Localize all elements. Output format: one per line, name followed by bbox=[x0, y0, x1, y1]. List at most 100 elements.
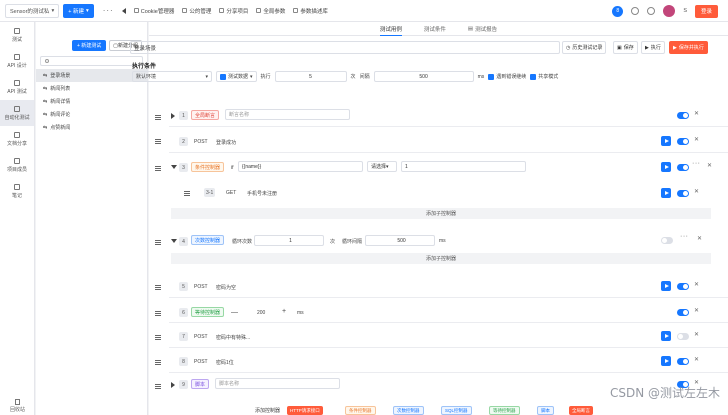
add-condition-button[interactable]: 条件控制器 bbox=[345, 406, 376, 415]
tree-item[interactable]: ⇆ 新闻评论 bbox=[36, 108, 147, 121]
nav-item-automation[interactable]: 自动化测试 bbox=[0, 100, 34, 126]
expand-icon[interactable] bbox=[171, 113, 175, 119]
tab-conditions[interactable]: 测试条件 bbox=[424, 22, 446, 36]
drag-handle[interactable] bbox=[155, 311, 161, 316]
close-icon[interactable]: ✕ bbox=[694, 356, 699, 363]
nav-item-notes[interactable]: 笔记 bbox=[0, 178, 34, 204]
step-toggle[interactable] bbox=[677, 190, 689, 197]
nav-item-api-design[interactable]: API 设计 bbox=[0, 48, 34, 74]
plus-icon[interactable]: + bbox=[282, 308, 286, 315]
login-button[interactable]: 登录 bbox=[694, 4, 718, 18]
shared-mode-checkbox[interactable]: 共享模式 bbox=[530, 73, 558, 80]
bell-icon[interactable] bbox=[631, 7, 640, 15]
drag-handle[interactable] bbox=[155, 240, 161, 245]
tree-search-input[interactable] bbox=[40, 56, 143, 66]
loop-count-input[interactable]: 1 bbox=[254, 235, 324, 246]
step-name[interactable]: 登录成功 bbox=[216, 139, 236, 146]
nav-public[interactable]: 公的管理 bbox=[182, 7, 211, 15]
tab-cases[interactable]: 测试用例 bbox=[379, 22, 402, 36]
env-select[interactable]: 默认环境 ▾ bbox=[132, 71, 212, 82]
minus-icon[interactable]: — bbox=[231, 309, 238, 316]
collapse-icon[interactable] bbox=[121, 7, 126, 14]
drag-handle[interactable] bbox=[155, 139, 161, 144]
close-icon[interactable]: ✕ bbox=[694, 110, 699, 117]
step-toggle[interactable] bbox=[677, 333, 689, 340]
run-times-input[interactable]: 5 bbox=[274, 71, 347, 82]
play-icon[interactable] bbox=[661, 188, 671, 198]
interval-input[interactable]: 500 bbox=[373, 71, 474, 82]
play-icon[interactable] bbox=[661, 356, 671, 366]
step-toggle[interactable] bbox=[677, 358, 689, 365]
drag-handle[interactable] bbox=[155, 285, 161, 290]
project-selector[interactable]: Sensor的测试私 ▾ bbox=[5, 3, 60, 18]
close-icon[interactable]: ✕ bbox=[694, 188, 699, 195]
settings-icon[interactable] bbox=[647, 7, 656, 15]
add-loop-button[interactable]: 次数控制器 bbox=[393, 406, 424, 415]
wait-value[interactable]: 200 bbox=[257, 310, 265, 316]
expand-icon[interactable] bbox=[171, 382, 175, 388]
condition-variable-input[interactable]: {{name}} bbox=[238, 161, 363, 172]
loop-interval-input[interactable]: 500 bbox=[365, 235, 435, 246]
more-icon[interactable]: ··· bbox=[103, 6, 114, 15]
step-toggle[interactable] bbox=[677, 138, 689, 145]
step-toggle[interactable] bbox=[677, 164, 689, 171]
drag-handle[interactable] bbox=[155, 166, 161, 171]
drag-handle[interactable] bbox=[155, 335, 161, 340]
nav-share[interactable]: 分享项目 bbox=[219, 7, 248, 15]
case-title-input[interactable]: 登录场景 bbox=[130, 41, 560, 54]
play-icon[interactable] bbox=[661, 162, 671, 172]
step-toggle[interactable] bbox=[677, 112, 689, 119]
assertion-name-input[interactable]: 断言名称 bbox=[225, 109, 350, 120]
tree-item[interactable]: ⇆ 新闻列表 bbox=[36, 82, 147, 95]
play-icon[interactable] bbox=[661, 136, 671, 146]
nav-item-test[interactable]: 测试 bbox=[0, 22, 34, 48]
tree-item[interactable]: ⇆ 登录场景 bbox=[36, 69, 147, 82]
add-script-button[interactable]: 脚本 bbox=[537, 406, 554, 415]
error-continue-checkbox[interactable]: 遇到错误继续 bbox=[488, 73, 526, 80]
history-button[interactable]: ◷ 历史测试记录 bbox=[562, 41, 607, 54]
close-icon[interactable]: ✕ bbox=[707, 162, 712, 169]
close-icon[interactable]: ✕ bbox=[697, 235, 702, 242]
step-name[interactable]: 密码1位 bbox=[216, 359, 234, 366]
nav-param-lib[interactable]: 参数描述库 bbox=[293, 7, 328, 15]
drag-handle[interactable] bbox=[155, 384, 161, 389]
collapse-icon[interactable] bbox=[171, 239, 177, 243]
add-child-controller[interactable]: 添加子控制器 bbox=[171, 208, 711, 219]
play-icon[interactable] bbox=[661, 331, 671, 341]
add-wait-button[interactable]: 等待控制器 bbox=[489, 406, 520, 415]
nav-recycle[interactable]: 回收站 bbox=[0, 399, 35, 413]
tab-report[interactable]: ▤ 测试报告 bbox=[468, 22, 497, 36]
run-button[interactable]: ▶ 执行 bbox=[641, 41, 665, 54]
close-icon[interactable]: ✕ bbox=[694, 307, 699, 314]
add-sql-button[interactable]: SQL控制器 bbox=[441, 406, 472, 415]
new-button[interactable]: + 新建 ▾ bbox=[63, 3, 94, 18]
add-assertion-button[interactable]: 全局断言 bbox=[569, 406, 593, 415]
collapse-icon[interactable] bbox=[171, 165, 177, 169]
step-name[interactable]: 密码为空 bbox=[216, 284, 236, 291]
step-toggle[interactable] bbox=[661, 237, 673, 244]
nav-item-api-test[interactable]: API 测试 bbox=[0, 74, 34, 100]
avatar[interactable] bbox=[663, 5, 676, 17]
save-run-button[interactable]: ▶ 保存并执行 bbox=[669, 41, 708, 54]
tree-item[interactable]: ⇆ 新闻详情 bbox=[36, 95, 147, 108]
nav-cookie[interactable]: Cookie管理器 bbox=[133, 7, 174, 15]
test-data-checkbox[interactable]: 测试数据 ▾ bbox=[216, 71, 257, 82]
more-icon[interactable]: ··· bbox=[692, 160, 701, 167]
close-icon[interactable]: ✕ bbox=[694, 331, 699, 338]
user-initial[interactable]: S bbox=[683, 8, 687, 14]
add-http-button[interactable]: HTTP请求接口 bbox=[287, 406, 323, 415]
notification-badge[interactable]: 8 bbox=[612, 5, 624, 17]
drag-handle[interactable] bbox=[155, 360, 161, 365]
play-icon[interactable] bbox=[661, 281, 671, 291]
drag-handle[interactable] bbox=[184, 191, 190, 196]
save-button[interactable]: ▣ 保存 bbox=[613, 41, 638, 54]
more-icon[interactable]: ··· bbox=[680, 233, 689, 240]
tree-item[interactable]: ⇆ 点赞新闻 bbox=[36, 121, 147, 134]
condition-value-input[interactable]: 1 bbox=[401, 161, 526, 172]
script-name-input[interactable]: 脚本名称 bbox=[215, 378, 340, 389]
step-name[interactable]: 手机号未注册 bbox=[247, 190, 277, 197]
new-test-button[interactable]: + 新建测试 bbox=[71, 40, 107, 51]
step-toggle[interactable] bbox=[677, 309, 689, 316]
operator-select[interactable]: 请选择 ▾ bbox=[367, 161, 397, 172]
add-child-controller[interactable]: 添加子控制器 bbox=[171, 253, 711, 264]
